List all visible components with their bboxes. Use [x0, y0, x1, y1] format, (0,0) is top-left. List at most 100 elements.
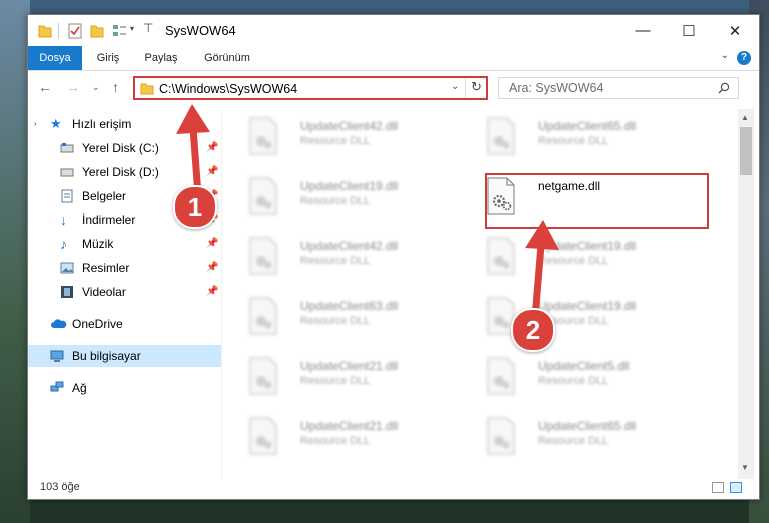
file-item[interactable]: UpdateClient19.dll Resource DLL — [472, 291, 702, 347]
download-icon: ↓ — [60, 212, 67, 228]
sidebar-item-local-disk-c[interactable]: Yerel Disk (C:) 📌 — [28, 137, 221, 159]
sidebar-item-label: Yerel Disk (C:) — [82, 141, 159, 155]
dll-file-icon — [487, 417, 515, 455]
new-folder-icon[interactable] — [90, 23, 104, 39]
scroll-down-icon[interactable]: ▼ — [741, 463, 749, 472]
file-item[interactable]: UpdateClient19.dll Resource DLL — [472, 231, 702, 287]
refresh-icon[interactable]: ↻ — [471, 79, 482, 95]
sidebar-item-onedrive[interactable]: OneDrive — [28, 313, 221, 335]
file-item[interactable]: UpdateClient42.dll Resource DLL — [234, 111, 464, 167]
view-options-icon[interactable] — [112, 23, 128, 39]
file-item[interactable]: UpdateClient5.dll Resource DLL — [472, 351, 702, 407]
dll-file-icon — [487, 237, 515, 275]
search-icon[interactable] — [718, 82, 730, 94]
tiles-view-icon[interactable] — [730, 482, 742, 493]
file-name: UpdateClient42.dll — [300, 239, 399, 253]
address-dropdown-icon[interactable]: ⌄ — [451, 81, 459, 92]
sidebar-item-label: Yerel Disk (D:) — [82, 165, 159, 179]
pin-icon[interactable]: 📌 — [206, 137, 218, 159]
dll-file-icon — [249, 237, 277, 275]
file-name: UpdateClient42.dll — [300, 119, 399, 133]
window-title: SysWOW64 — [165, 23, 236, 38]
expand-ribbon-icon[interactable]: ⌄ — [721, 50, 729, 61]
drive-icon — [60, 168, 74, 177]
computer-icon — [50, 350, 64, 362]
file-item[interactable]: UpdateClient65.dll Resource DLL — [472, 411, 702, 467]
sidebar-item-this-pc[interactable]: Bu bilgisayar — [28, 345, 221, 367]
address-bar[interactable]: C:\Windows\SysWOW64 ⌄ ↻ — [133, 76, 488, 100]
pane-divider[interactable] — [221, 109, 222, 479]
file-item[interactable]: UpdateClient65.dll Resource DLL — [472, 111, 702, 167]
item-count: 103 öğe — [40, 481, 80, 493]
help-button[interactable]: ? — [737, 51, 751, 65]
dropdown-icon[interactable]: ▾ — [130, 24, 134, 33]
tab-home[interactable]: Giriş — [88, 46, 128, 70]
up-arrow-icon[interactable]: ↑ — [112, 79, 119, 95]
documents-icon — [61, 189, 73, 203]
file-list: UpdateClient42.dll Resource DLL UpdateCl… — [228, 109, 733, 479]
file-item[interactable]: UpdateClient19.dll Resource DLL — [234, 171, 464, 227]
explorer-window: ▾ ⊤ SysWOW64 — ☐ ✕ Dosya Giriş Paylaş Gö… — [27, 14, 760, 500]
search-placeholder: Ara: SysWOW64 — [509, 81, 604, 95]
details-view-icon[interactable] — [712, 482, 724, 493]
tab-file[interactable]: Dosya — [28, 46, 82, 70]
step-badge-2: 2 — [511, 308, 555, 352]
file-item[interactable]: UpdateClient21.dll Resource DLL — [234, 411, 464, 467]
folder-icon — [38, 25, 52, 38]
file-item[interactable]: UpdateClient63.dll Resource DLL — [234, 291, 464, 347]
sidebar-item-label: Ağ — [72, 381, 87, 395]
file-description: Resource DLL — [538, 375, 609, 387]
sidebar-item-label: OneDrive — [72, 317, 123, 331]
file-description: Resource DLL — [300, 315, 371, 327]
recent-locations-icon[interactable]: ⌄ — [92, 82, 100, 93]
dll-file-icon — [487, 357, 515, 395]
maximize-button[interactable]: ☐ — [666, 15, 712, 46]
sidebar-item-videos[interactable]: Videolar 📌 — [28, 281, 221, 303]
separator — [465, 78, 466, 98]
pin-icon[interactable]: 📌 — [206, 257, 218, 279]
sidebar-item-local-disk-d[interactable]: Yerel Disk (D:) 📌 — [28, 161, 221, 183]
tab-share[interactable]: Paylaş — [138, 46, 184, 70]
file-description: Resource DLL — [538, 135, 609, 147]
sidebar-item-music[interactable]: ♪ Müzik 📌 — [28, 233, 221, 255]
search-input[interactable]: Ara: SysWOW64 — [498, 77, 739, 99]
sidebar-item-pictures[interactable]: Resimler 📌 — [28, 257, 221, 279]
step-badge-1: 1 — [173, 185, 217, 229]
forward-arrow-icon[interactable]: → — [66, 79, 80, 95]
address-path: C:\Windows\SysWOW64 — [159, 82, 298, 96]
sidebar-item-label: Bu bilgisayar — [72, 349, 141, 363]
folder-icon — [140, 83, 154, 95]
dll-file-icon — [249, 417, 277, 455]
dll-file-icon — [249, 297, 277, 335]
file-item[interactable]: UpdateClient21.dll Resource DLL — [234, 351, 464, 407]
file-description: Resource DLL — [538, 255, 609, 267]
sidebar-item-label: Resimler — [82, 261, 130, 275]
back-arrow-icon[interactable]: ← — [38, 79, 52, 95]
customize-toolbar-icon[interactable]: ⊤ — [143, 21, 153, 35]
star-icon: ★ — [50, 116, 62, 131]
sidebar-item-label: Müzik — [82, 237, 114, 251]
title-bar: ▾ ⊤ SysWOW64 — ☐ ✕ — [28, 15, 759, 46]
scroll-thumb[interactable] — [740, 127, 752, 175]
file-item[interactable]: UpdateClient42.dll Resource DLL — [234, 231, 464, 287]
cloud-icon — [51, 319, 67, 328]
scroll-up-icon[interactable]: ▲ — [741, 113, 749, 122]
pin-icon[interactable]: 📌 — [206, 281, 218, 303]
music-icon: ♪ — [60, 236, 67, 252]
drive-icon — [60, 143, 74, 153]
file-description: Resource DLL — [300, 375, 371, 387]
properties-icon[interactable] — [68, 23, 82, 39]
pin-icon[interactable]: 📌 — [206, 161, 218, 183]
pin-icon[interactable]: 📌 — [206, 233, 218, 255]
pictures-icon — [60, 262, 74, 274]
expand-icon[interactable]: › — [34, 113, 37, 135]
close-button[interactable]: ✕ — [712, 15, 758, 46]
sidebar-item-label: Videolar — [82, 285, 126, 299]
netgame-highlight-box — [485, 173, 709, 229]
vertical-scrollbar[interactable]: ▲ ▼ — [738, 109, 754, 479]
sidebar-item-network[interactable]: Ağ — [28, 377, 221, 399]
sidebar-item-quick-access[interactable]: › ★ Hızlı erişim — [28, 113, 221, 135]
desktop-wallpaper-left — [0, 0, 30, 523]
tab-view[interactable]: Görünüm — [196, 46, 258, 70]
minimize-button[interactable]: — — [620, 15, 666, 46]
